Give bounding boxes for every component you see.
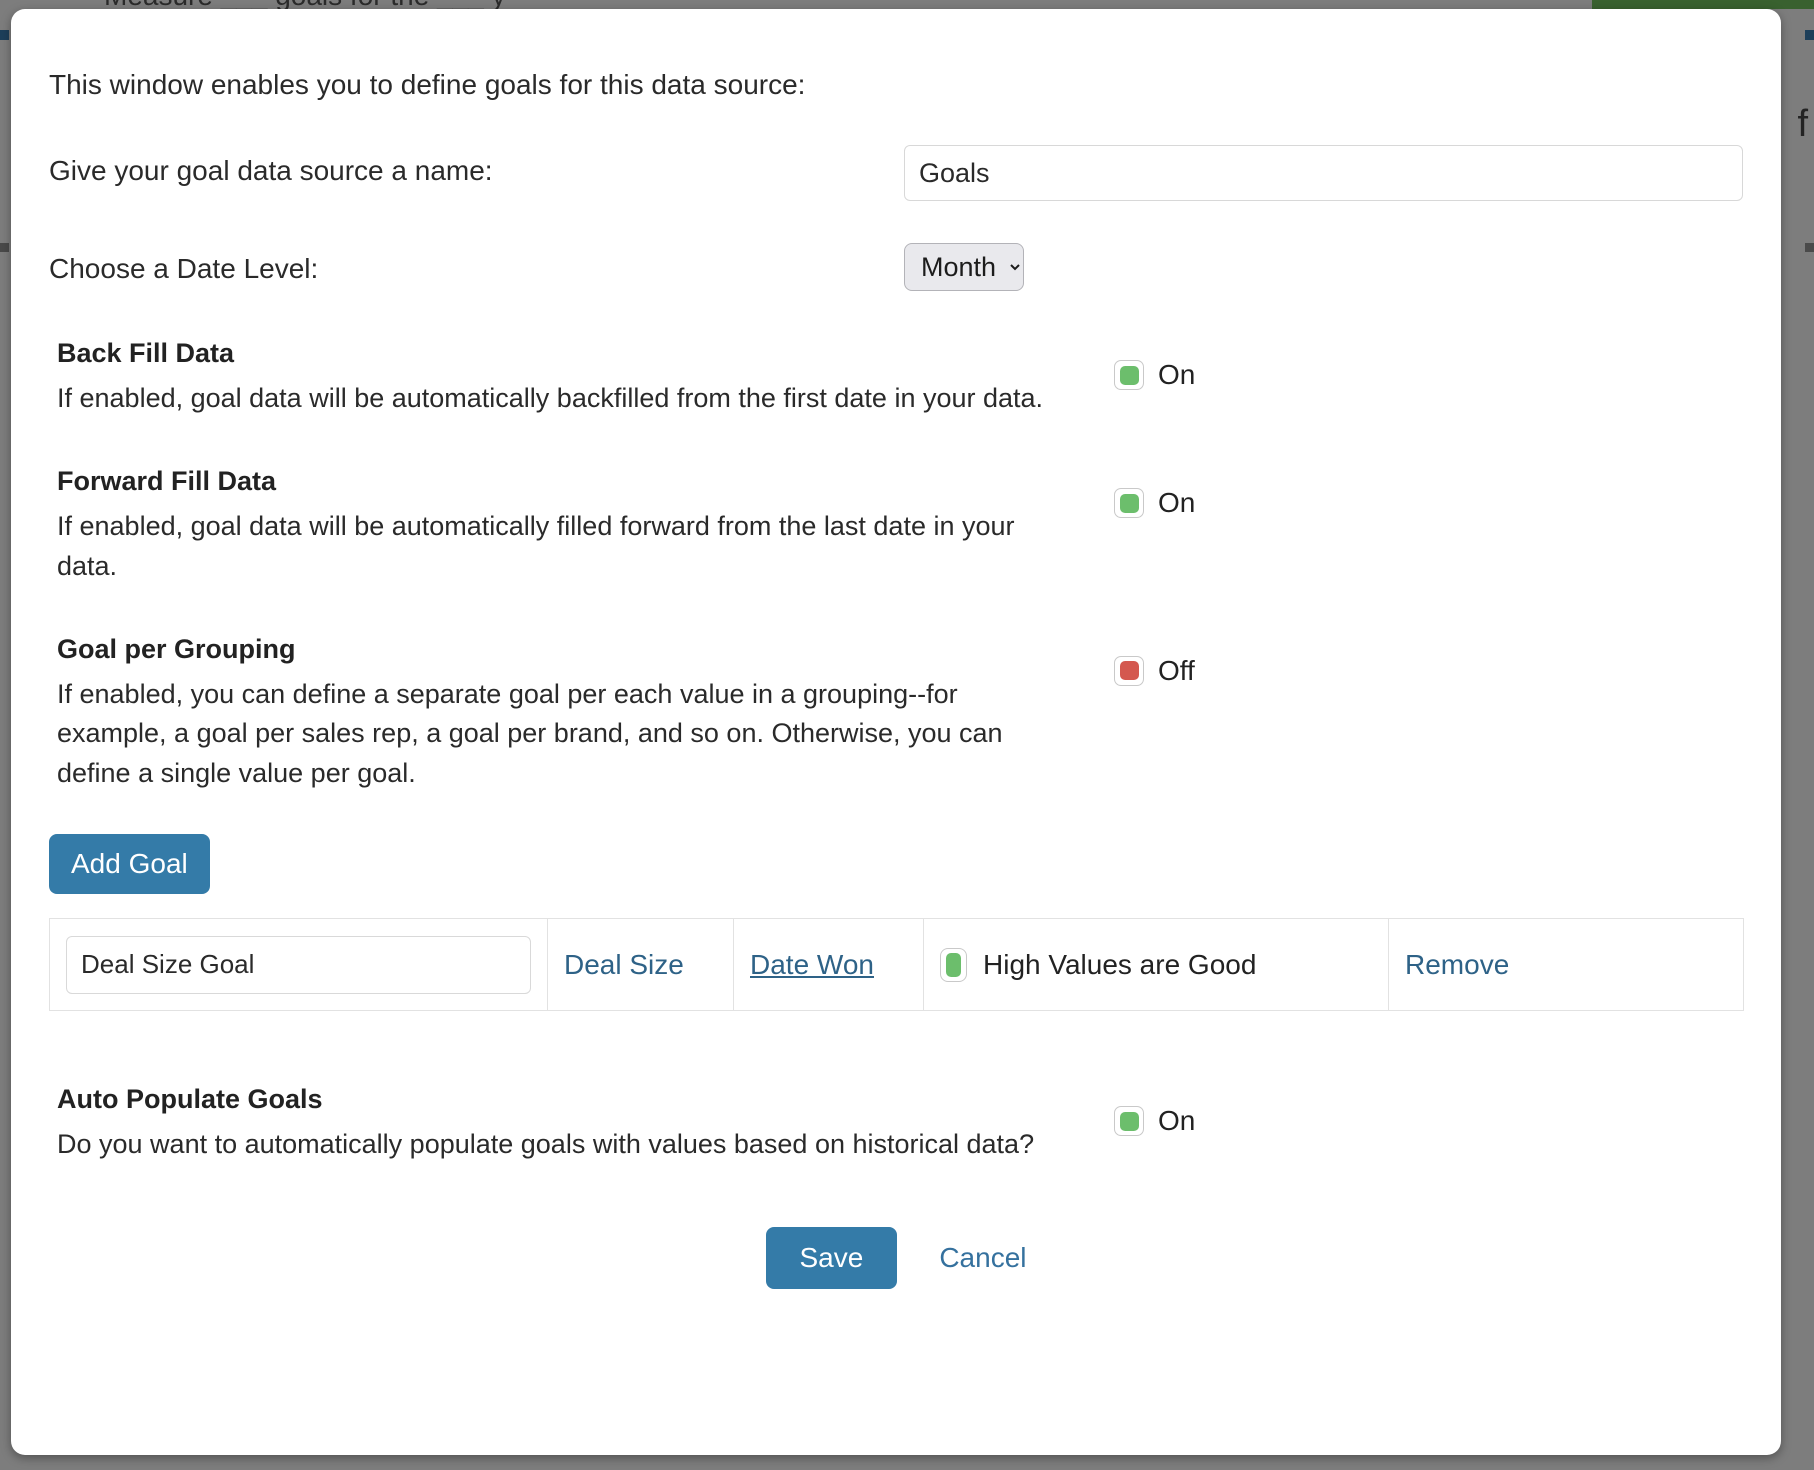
goal-data-source-name-input[interactable]	[904, 145, 1743, 201]
goal-direction-group: High Values are Good	[940, 948, 1372, 982]
setting-text: Goal per Grouping If enabled, you can de…	[49, 633, 1079, 795]
background-navy-accent-right	[1805, 30, 1814, 40]
back-fill-toggle[interactable]	[1114, 360, 1144, 390]
goals-table: Deal Size Date Won High Values are Good …	[49, 918, 1744, 1011]
goal-per-grouping-toggle[interactable]	[1114, 656, 1144, 686]
goal-name-input[interactable]	[66, 936, 531, 994]
goal-date-field-link[interactable]: Date Won	[750, 949, 874, 980]
setting-forward-fill-data: Forward Fill Data If enabled, goal data …	[49, 465, 1743, 587]
forward-fill-toggle-state: On	[1158, 487, 1195, 519]
goal-date-cell: Date Won	[734, 919, 924, 1011]
cancel-button[interactable]: Cancel	[939, 1242, 1026, 1274]
setting-title: Back Fill Data	[57, 337, 1079, 371]
background-divider-right	[1805, 243, 1814, 252]
setting-title: Goal per Grouping	[57, 633, 1079, 667]
goal-remove-cell: Remove	[1389, 919, 1744, 1011]
goal-name-row: Give your goal data source a name:	[49, 145, 1743, 201]
goal-per-grouping-toggle-group: Off	[1114, 633, 1195, 687]
dialog-footer: Save Cancel	[49, 1227, 1743, 1329]
background-navy-accent-left	[0, 30, 9, 40]
setting-description: Do you want to automatically populate go…	[57, 1125, 1067, 1165]
remove-goal-link[interactable]: Remove	[1405, 949, 1509, 980]
background-green-banner	[1592, 0, 1814, 9]
auto-populate-toggle[interactable]	[1114, 1106, 1144, 1136]
date-level-row: Choose a Date Level: Month	[49, 243, 1743, 291]
back-fill-toggle-state: On	[1158, 359, 1195, 391]
goals-dialog: This window enables you to define goals …	[11, 9, 1781, 1455]
goal-name-cell	[50, 919, 548, 1011]
goal-name-label: Give your goal data source a name:	[49, 145, 904, 188]
dialog-intro-text: This window enables you to define goals …	[49, 9, 1743, 103]
save-button[interactable]: Save	[766, 1227, 898, 1289]
back-fill-toggle-group: On	[1114, 337, 1195, 391]
setting-text: Back Fill Data If enabled, goal data wil…	[49, 337, 1079, 419]
goal-direction-cell: High Values are Good	[924, 919, 1389, 1011]
setting-description: If enabled, goal data will be automatica…	[57, 507, 1067, 587]
setting-goal-per-grouping: Goal per Grouping If enabled, you can de…	[49, 633, 1743, 795]
setting-back-fill-data: Back Fill Data If enabled, goal data wil…	[49, 337, 1743, 419]
date-level-select[interactable]: Month	[904, 243, 1024, 291]
goal-metric-cell: Deal Size	[548, 919, 734, 1011]
setting-description: If enabled, goal data will be automatica…	[57, 379, 1067, 419]
setting-description: If enabled, you can define a separate go…	[57, 675, 1067, 795]
date-level-label: Choose a Date Level:	[49, 243, 904, 286]
setting-title: Auto Populate Goals	[57, 1083, 1079, 1117]
forward-fill-toggle[interactable]	[1114, 488, 1144, 518]
goal-per-grouping-toggle-state: Off	[1158, 655, 1195, 687]
add-goal-button[interactable]: Add Goal	[49, 834, 210, 894]
forward-fill-toggle-group: On	[1114, 465, 1195, 519]
setting-title: Forward Fill Data	[57, 465, 1079, 499]
high-values-are-good-toggle[interactable]	[940, 948, 967, 982]
high-values-are-good-label: High Values are Good	[983, 949, 1256, 981]
goal-metric-link[interactable]: Deal Size	[564, 949, 684, 980]
background-edge-letter: f	[1797, 105, 1808, 143]
background-divider-left	[0, 243, 9, 252]
setting-text: Auto Populate Goals Do you want to autom…	[49, 1083, 1079, 1165]
auto-populate-toggle-group: On	[1114, 1083, 1195, 1137]
setting-text: Forward Fill Data If enabled, goal data …	[49, 465, 1079, 587]
table-row: Deal Size Date Won High Values are Good …	[50, 919, 1744, 1011]
auto-populate-toggle-state: On	[1158, 1105, 1195, 1137]
setting-auto-populate-goals: Auto Populate Goals Do you want to autom…	[49, 1083, 1743, 1165]
goals-dialog-body: This window enables you to define goals …	[11, 9, 1781, 1329]
